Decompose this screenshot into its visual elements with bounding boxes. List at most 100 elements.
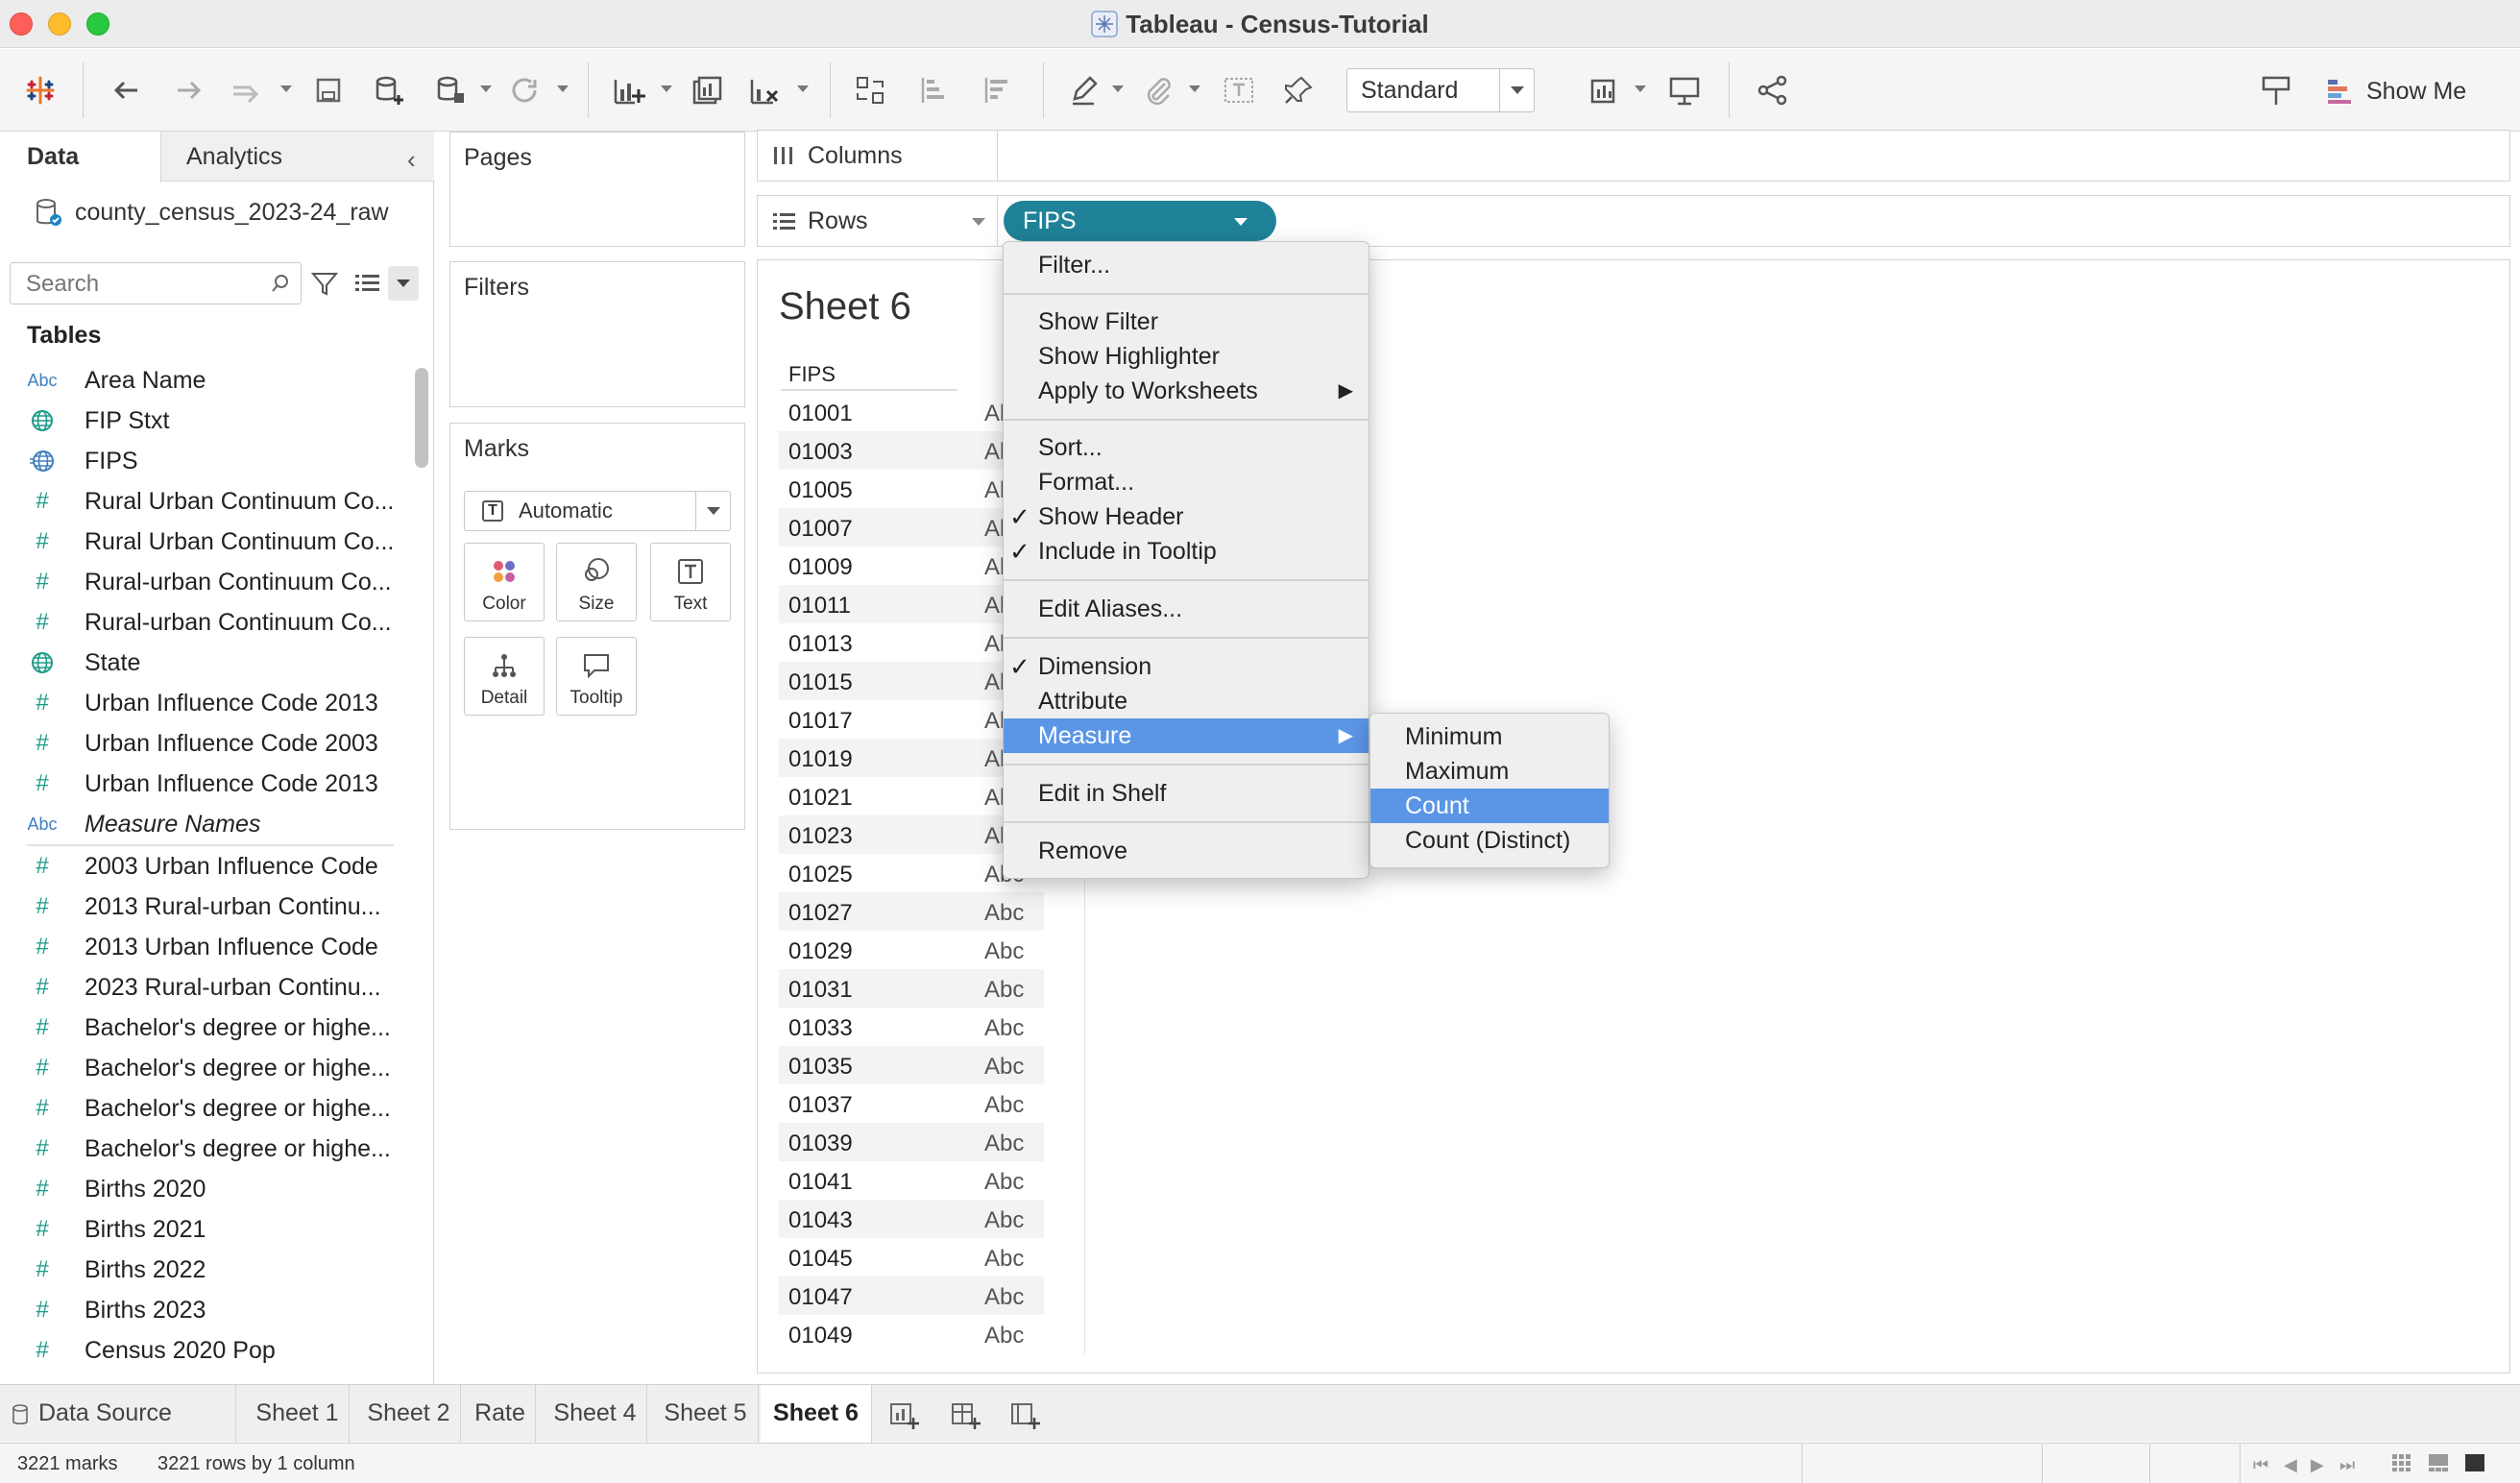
- field-item[interactable]: FIPS: [0, 441, 403, 481]
- rows-shelf[interactable]: Rows FIPS: [757, 195, 2510, 247]
- new-datasource-icon[interactable]: [365, 66, 411, 114]
- measure-item[interactable]: # Bachelor's degree or highe...: [0, 1088, 403, 1129]
- new-worksheet-icon[interactable]: [887, 1398, 920, 1431]
- sort-descending-icon[interactable]: [974, 66, 1020, 114]
- tableau-logo-icon[interactable]: [17, 66, 63, 114]
- size-button[interactable]: Size: [556, 543, 637, 621]
- refresh-icon[interactable]: [501, 66, 547, 114]
- new-story-icon[interactable]: [1008, 1398, 1041, 1431]
- filters-shelf[interactable]: Filters: [449, 261, 745, 407]
- measure-item[interactable]: # Births 2021: [0, 1209, 403, 1250]
- new-dashboard-icon[interactable]: [949, 1398, 981, 1431]
- table-row[interactable]: 01039 Abc: [779, 1123, 1044, 1161]
- table-row[interactable]: 01043 Abc: [779, 1200, 1044, 1238]
- table-row[interactable]: 01035 Abc: [779, 1046, 1044, 1084]
- table-row[interactable]: 01033 Abc: [779, 1008, 1044, 1046]
- color-button[interactable]: Color: [464, 543, 545, 621]
- presentation-icon[interactable]: [1661, 66, 1708, 114]
- menu-item-remove[interactable]: Remove: [1004, 834, 1369, 868]
- search-input[interactable]: [26, 271, 256, 298]
- view-options-dropdown[interactable]: [388, 266, 419, 301]
- table-row[interactable]: 01031 Abc: [779, 969, 1044, 1008]
- tab-data[interactable]: Data: [0, 132, 161, 182]
- new-worksheet-caret-icon[interactable]: [661, 85, 672, 92]
- menu-item-attribute[interactable]: Attribute: [1004, 684, 1369, 718]
- previous-page-icon[interactable]: ◀: [2284, 1455, 2297, 1475]
- forward-icon[interactable]: [165, 66, 211, 114]
- tabs-view-icon[interactable]: [2464, 1453, 2485, 1472]
- datasource-item[interactable]: county_census_2023-24_raw: [35, 197, 389, 228]
- field-item[interactable]: Abc Measure Names: [0, 804, 403, 844]
- field-item[interactable]: State: [0, 643, 403, 683]
- menu-item-dimension[interactable]: ✓ Dimension: [1004, 649, 1369, 684]
- menu-item-show-filter[interactable]: Show Filter: [1004, 304, 1369, 339]
- duplicate-sheet-icon[interactable]: [684, 66, 730, 114]
- mark-type-select[interactable]: T Automatic: [464, 491, 731, 531]
- field-item[interactable]: FIP Stxt: [0, 401, 403, 441]
- submenu-item-count-distinct[interactable]: Count (Distinct): [1370, 823, 1609, 858]
- field-item[interactable]: Abc Area Name: [0, 360, 403, 401]
- measure-item[interactable]: # Births 2020: [0, 1169, 403, 1209]
- table-row[interactable]: 01045 Abc: [779, 1238, 1044, 1276]
- tab-sheet-2[interactable]: Sheet 2: [357, 1385, 461, 1443]
- submenu-item-maximum[interactable]: Maximum: [1370, 754, 1609, 789]
- table-row[interactable]: 01041 Abc: [779, 1161, 1044, 1200]
- tab-data-source[interactable]: Data Source: [0, 1385, 236, 1443]
- table-row[interactable]: 01037 Abc: [779, 1084, 1044, 1123]
- field-item[interactable]: # Urban Influence Code 2013: [0, 764, 403, 804]
- redo-caret-icon[interactable]: [280, 85, 292, 92]
- text-button[interactable]: Text: [650, 543, 731, 621]
- menu-item-edit-in-shelf[interactable]: Edit in Shelf: [1004, 776, 1369, 811]
- menu-item-filter[interactable]: Filter...: [1004, 248, 1369, 282]
- label-icon[interactable]: [1216, 66, 1262, 114]
- save-icon[interactable]: [305, 66, 351, 114]
- submenu-item-minimum[interactable]: Minimum: [1370, 719, 1609, 754]
- tab-analytics[interactable]: Analytics: [186, 132, 282, 182]
- tab-rate[interactable]: Rate: [465, 1385, 536, 1443]
- tab-sheet-4[interactable]: Sheet 4: [544, 1385, 647, 1443]
- filter-icon[interactable]: [309, 268, 340, 299]
- field-item[interactable]: # Urban Influence Code 2003: [0, 723, 403, 764]
- swap-icon[interactable]: [847, 66, 893, 114]
- menu-item-edit-aliases[interactable]: Edit Aliases...: [1004, 592, 1369, 626]
- fit-icon[interactable]: [1583, 66, 1629, 114]
- sheet-title[interactable]: Sheet 6: [779, 285, 911, 328]
- highlight-icon[interactable]: [1062, 66, 1108, 114]
- collapse-pane-icon[interactable]: ‹: [407, 145, 416, 175]
- first-page-icon[interactable]: ⏮: [2253, 1455, 2268, 1475]
- field-search[interactable]: [10, 262, 302, 304]
- field-item[interactable]: # Urban Influence Code 2013: [0, 683, 403, 723]
- tab-sheet-6[interactable]: Sheet 6: [761, 1385, 872, 1443]
- new-worksheet-icon[interactable]: [605, 66, 651, 114]
- menu-item-measure[interactable]: Measure ▶: [1004, 718, 1369, 753]
- menu-item-sort[interactable]: Sort...: [1004, 430, 1369, 465]
- measure-item[interactable]: # Bachelor's degree or highe...: [0, 1129, 403, 1169]
- redo-icon[interactable]: [223, 66, 269, 114]
- field-item[interactable]: # Rural-urban Continuum Co...: [0, 562, 403, 602]
- field-list-scrollbar[interactable]: [415, 368, 428, 468]
- measure-item[interactable]: #2013 Urban Influence Code: [0, 927, 403, 967]
- columns-shelf[interactable]: Columns: [757, 130, 2510, 182]
- table-row[interactable]: 01029 Abc: [779, 931, 1044, 969]
- measure-item[interactable]: # Census 2020 Pop: [0, 1330, 403, 1371]
- measure-item[interactable]: # Births 2023: [0, 1290, 403, 1330]
- menu-item-show-highlighter[interactable]: Show Highlighter: [1004, 339, 1369, 374]
- fips-pill[interactable]: FIPS: [1004, 201, 1276, 241]
- tooltip-guide-icon[interactable]: [2253, 66, 2299, 114]
- tab-sheet-1[interactable]: Sheet 1: [246, 1385, 350, 1443]
- measure-item[interactable]: # Births 2022: [0, 1250, 403, 1290]
- fit-caret-icon[interactable]: [1635, 85, 1646, 92]
- sort-ascending-icon[interactable]: [910, 66, 957, 114]
- clear-caret-icon[interactable]: [797, 85, 809, 92]
- clear-sheet-icon[interactable]: [741, 66, 788, 114]
- pin-icon[interactable]: [1275, 66, 1321, 114]
- menu-item-format[interactable]: Format...: [1004, 465, 1369, 499]
- filmstrip-icon[interactable]: [2428, 1453, 2449, 1472]
- last-page-icon[interactable]: ⏭: [2339, 1455, 2355, 1475]
- pages-shelf[interactable]: Pages: [449, 132, 745, 247]
- tooltip-button[interactable]: Tooltip: [556, 637, 637, 716]
- refresh-caret-icon[interactable]: [557, 85, 569, 92]
- next-page-icon[interactable]: ▶: [2311, 1455, 2324, 1475]
- sheet-sorter-icon[interactable]: [2391, 1453, 2412, 1472]
- table-row[interactable]: 01027 Abc: [779, 892, 1044, 931]
